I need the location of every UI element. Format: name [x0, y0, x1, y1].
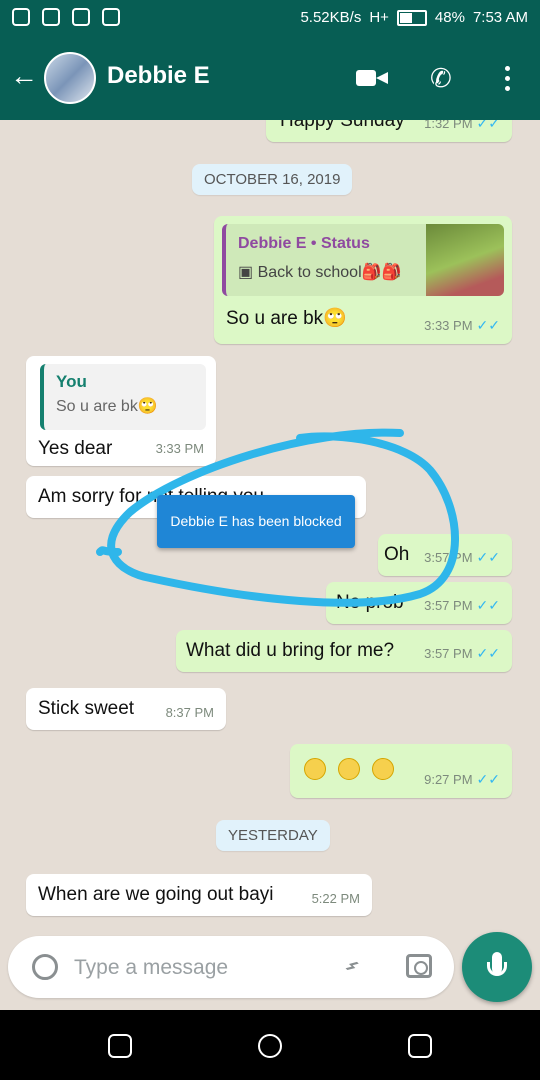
message-input[interactable] [72, 946, 324, 990]
network-type: H+ [369, 9, 389, 26]
more-options-icon[interactable] [500, 64, 514, 92]
message-time: 3:57 PM ✓✓ [424, 645, 500, 661]
message-what-did-u-bring[interactable]: What did u bring for me? 3:57 PM ✓✓ [176, 630, 512, 672]
home-icon[interactable] [258, 1034, 282, 1058]
read-ticks-icon: ✓✓ [476, 317, 500, 333]
read-ticks-icon: ✓✓ [476, 645, 500, 661]
mic-button[interactable] [462, 932, 532, 1002]
network-speed: 5.52KB/s [300, 9, 362, 26]
message-text: Happy Sunday [280, 120, 405, 131]
message-time: 9:27 PM ✓✓ [424, 771, 500, 787]
emoji-unamused-icon [338, 758, 360, 780]
message-text: What did u bring for me? [186, 640, 395, 661]
message-so-u-are-bk[interactable]: Debbie E • Status ▣ Back to school🎒🎒 So … [214, 216, 512, 344]
message-time: 3:57 PM ✓✓ [424, 597, 500, 613]
date-separator: OCTOBER 16, 2019 [192, 164, 353, 195]
phone-icon [72, 8, 90, 26]
attach-icon[interactable]: ⌁ [335, 949, 368, 982]
chat-icon [12, 8, 30, 26]
blocked-toast: Debbie E has been blocked [157, 495, 355, 548]
message-time: 3:33 PM [155, 441, 204, 456]
message-text: Stick sweet [38, 698, 135, 719]
message-time: 3:33 PM ✓✓ [424, 317, 500, 333]
quoted-reply[interactable]: You So u are bk🙄 [40, 364, 206, 430]
message-stick-sweet[interactable]: Stick sweet 8:37 PM [26, 688, 226, 730]
message-time: 5:22 PM [311, 891, 360, 906]
android-nav-bar [0, 1010, 540, 1080]
read-ticks-icon: ✓✓ [476, 597, 500, 613]
avatar[interactable] [44, 52, 96, 104]
recent-apps-icon[interactable] [108, 1034, 132, 1058]
reply-text: So u are bk🙄 [56, 398, 158, 415]
voice-call-icon[interactable]: ✆ [430, 64, 462, 92]
status-thumbnail [426, 224, 504, 296]
status-quote[interactable]: Debbie E • Status ▣ Back to school🎒🎒 [222, 224, 504, 296]
camera-icon: ▣ [238, 264, 258, 281]
status-icons [12, 8, 120, 26]
chat-header: ← Debbie E ✆ [0, 36, 540, 120]
message-time: 1:32 PM ✓✓ [424, 120, 500, 132]
whatsapp-icon [102, 8, 120, 26]
message-happy-sunday[interactable]: Happy Sunday 1:32 PM ✓✓ [266, 120, 512, 142]
message-oh[interactable]: Oh 3:57 PM ✓✓ [378, 534, 512, 576]
battery-level: 48% [434, 9, 465, 26]
message-going-out[interactable]: When are we going out bayi 5:22 PM [26, 874, 372, 916]
read-ticks-icon: ✓✓ [476, 120, 500, 131]
battery-icon [396, 9, 427, 26]
message-text: Oh [384, 544, 410, 565]
message-text: No prob [336, 592, 404, 613]
image-icon [42, 8, 60, 26]
read-ticks-icon: ✓✓ [476, 549, 500, 565]
read-ticks-icon: ✓✓ [476, 771, 500, 787]
message-emojis[interactable]: 9:27 PM ✓✓ [290, 744, 512, 798]
clock: 7:53 AM [472, 9, 528, 26]
status-caption: ▣ Back to school🎒🎒 [238, 264, 402, 281]
message-text: When are we going out bayi [38, 884, 274, 905]
message-yes-dear[interactable]: You So u are bk🙄 Yes dear 3:33 PM [26, 356, 216, 466]
emoji-unamused-icon [304, 758, 326, 780]
status-info: 5.52KB/s H+ 48% 7:53 AM [300, 9, 528, 26]
message-composer: ⌁ [8, 936, 454, 998]
back-icon[interactable] [408, 1034, 432, 1058]
message-time: 8:37 PM [165, 705, 214, 720]
video-call-icon[interactable] [356, 64, 388, 92]
back-arrow-icon[interactable]: ← [10, 60, 38, 92]
message-text: So u are bk🙄 [226, 308, 347, 329]
emoji-eye-roll-icon [372, 758, 394, 780]
message-no-prob[interactable]: No prob 3:57 PM ✓✓ [326, 582, 512, 624]
status-bar: 5.52KB/s H+ 48% 7:53 AM [0, 0, 540, 36]
reply-author: You [56, 372, 87, 391]
contact-name[interactable]: Debbie E [107, 62, 210, 90]
status-author: Debbie E • Status [238, 235, 370, 252]
camera-icon[interactable] [406, 954, 432, 978]
date-separator: YESTERDAY [216, 820, 330, 851]
message-text: Yes dear [38, 438, 113, 459]
emoji-icon[interactable] [32, 954, 58, 980]
message-time: 3:57 PM ✓✓ [424, 549, 500, 565]
